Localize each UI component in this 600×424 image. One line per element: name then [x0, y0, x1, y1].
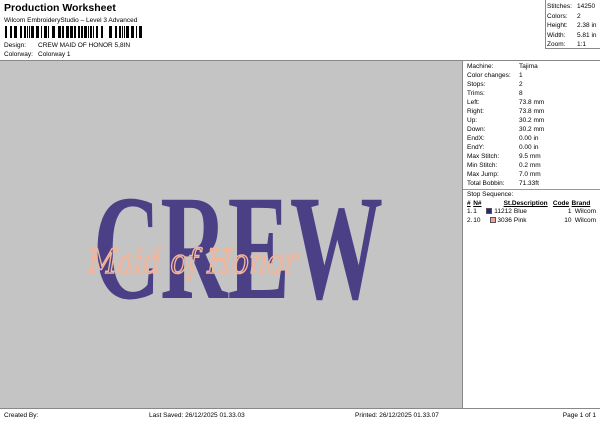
stitches-value: 14250: [577, 3, 596, 10]
detail-value: 7.0 mm: [519, 171, 541, 178]
code: 10: [564, 217, 572, 224]
detail-label: EndX:: [467, 135, 485, 142]
detail-value: 73.8 mm: [519, 99, 545, 106]
col-description: Description: [511, 200, 548, 207]
stop-row: 2. 10 3036 Pink 10 Wilcom: [467, 216, 596, 225]
detail-label: Machine:: [467, 63, 494, 70]
detail-label: Down:: [467, 126, 486, 133]
col-stitches: St.: [503, 200, 512, 207]
footer: Created By: Last Saved: 26/12/2025 01.33…: [0, 408, 600, 424]
detail-label: Right:: [467, 108, 484, 115]
color-swatch: [486, 208, 493, 215]
detail-row: Stops: 2: [467, 80, 596, 89]
details-panel: Machine: Tajima Color changes: 1 Stops: 2 Trim…: [462, 61, 600, 408]
brand: Wilcom: [574, 217, 596, 224]
detail-value: 2: [519, 81, 523, 88]
design-label: Design:: [4, 42, 27, 49]
label: Height:: [547, 22, 568, 30]
last-saved: Last Saved: 26/12/2025 01.33.03: [149, 412, 245, 419]
page-number: Page 1 of 1: [562, 412, 596, 419]
detail-value: 8: [519, 90, 523, 97]
detail-label: Max Jump:: [467, 171, 499, 178]
detail-row: Total Bobbin: 71.33ft: [467, 179, 596, 188]
detail-row: Machine: Tajima: [467, 62, 596, 71]
zoom-value: 1:1: [577, 41, 587, 49]
detail-value: 73.8 mm: [519, 108, 545, 115]
printed-date: Printed: 26/12/2025 01.33.07: [355, 412, 439, 419]
detail-value: 9.5 mm: [519, 153, 541, 160]
needle: 1: [473, 208, 477, 215]
detail-label: Color changes:: [467, 72, 511, 79]
design-name: CREW MAID OF HONOR 5,8IN: [38, 42, 131, 49]
col-needle: N#: [473, 200, 482, 207]
stop-sequence-title: Stop Sequence:: [467, 191, 514, 198]
divider: [463, 189, 600, 190]
summary-box: Stitches: 14250 Colors: 2 Height: 2.38 in W…: [545, 0, 600, 49]
detail-row: Max Stitch: 9.5 mm: [467, 152, 596, 161]
label: Width:: [547, 31, 566, 39]
height-value: 2.38 in: [577, 22, 597, 30]
detail-value: 0.2 mm: [519, 162, 541, 169]
description: Pink: [513, 217, 527, 224]
barcode: [5, 26, 185, 38]
script-text: Maid of Honor: [87, 242, 299, 282]
detail-row: Trims: 8: [467, 89, 596, 98]
detail-value: 0.00 in: [519, 135, 539, 142]
detail-row: EndX: 0.00 in: [467, 134, 596, 143]
detail-label: Min Stitch:: [467, 162, 498, 169]
page-title: Production Worksheet: [4, 2, 116, 14]
detail-row: Min Stitch: 0.2 mm: [467, 161, 596, 170]
colors-value: 2: [577, 12, 581, 20]
detail-row: Up: 30.2 mm: [467, 116, 596, 125]
detail-value: 30.2 mm: [519, 117, 545, 124]
detail-row: Color changes: 1: [467, 71, 596, 80]
stop-sequence-table: # N# St. Description Code Brand 1. 1 1121…: [467, 200, 596, 225]
detail-row: Max Jump: 7.0 mm: [467, 170, 596, 179]
design-info: Design: CREW MAID OF HONOR 5,8IN: [4, 42, 130, 49]
detail-value: 71.33ft: [519, 180, 539, 187]
detail-row: Down: 30.2 mm: [467, 125, 596, 134]
detail-value: 30.2 mm: [519, 126, 545, 133]
width-value: 5.81 in: [577, 31, 597, 39]
stitch-count: 3036: [497, 217, 512, 224]
detail-row: EndY: 0.00 in: [467, 143, 596, 152]
col-code: Code: [552, 200, 570, 207]
brand: Wilcom: [574, 208, 596, 215]
detail-label: Stops:: [467, 81, 486, 88]
detail-label: EndY:: [467, 144, 485, 151]
code: 1: [567, 208, 572, 215]
detail-label: Trims:: [467, 90, 485, 97]
detail-value: Tajima: [519, 63, 538, 70]
detail-label: Max Stitch:: [467, 153, 500, 160]
detail-value: 1: [519, 72, 523, 79]
detail-label: Left:: [467, 99, 480, 106]
color-swatch: [489, 217, 496, 224]
software-name: Wilcom EmbroideryStudio – Level 3 Advanc…: [4, 17, 138, 24]
needle: 10: [473, 217, 481, 224]
detail-value: 0.00 in: [519, 144, 539, 151]
col-brand: Brand: [571, 200, 591, 207]
colorway-info: Colorway: Colorway 1: [4, 51, 71, 58]
created-by: Created By:: [4, 412, 39, 419]
label: Zoom:: [547, 41, 566, 49]
detail-label: Up:: [467, 117, 478, 124]
colorway-name: Colorway 1: [38, 51, 71, 58]
detail-row: Left: 73.8 mm: [467, 98, 596, 107]
design-preview: CREW Maid of Honor: [0, 61, 462, 408]
label: Colors:: [547, 12, 568, 20]
label: Stitches:: [547, 3, 572, 10]
description: Blue: [513, 208, 527, 215]
colorway-label: Colorway:: [4, 51, 33, 58]
detail-label: Total Bobbin:: [467, 180, 505, 187]
stop-row: 1. 1 11212 Blue 1 Wilcom: [467, 207, 596, 216]
detail-row: Right: 73.8 mm: [467, 107, 596, 116]
stitch-count: 11212: [494, 208, 512, 215]
